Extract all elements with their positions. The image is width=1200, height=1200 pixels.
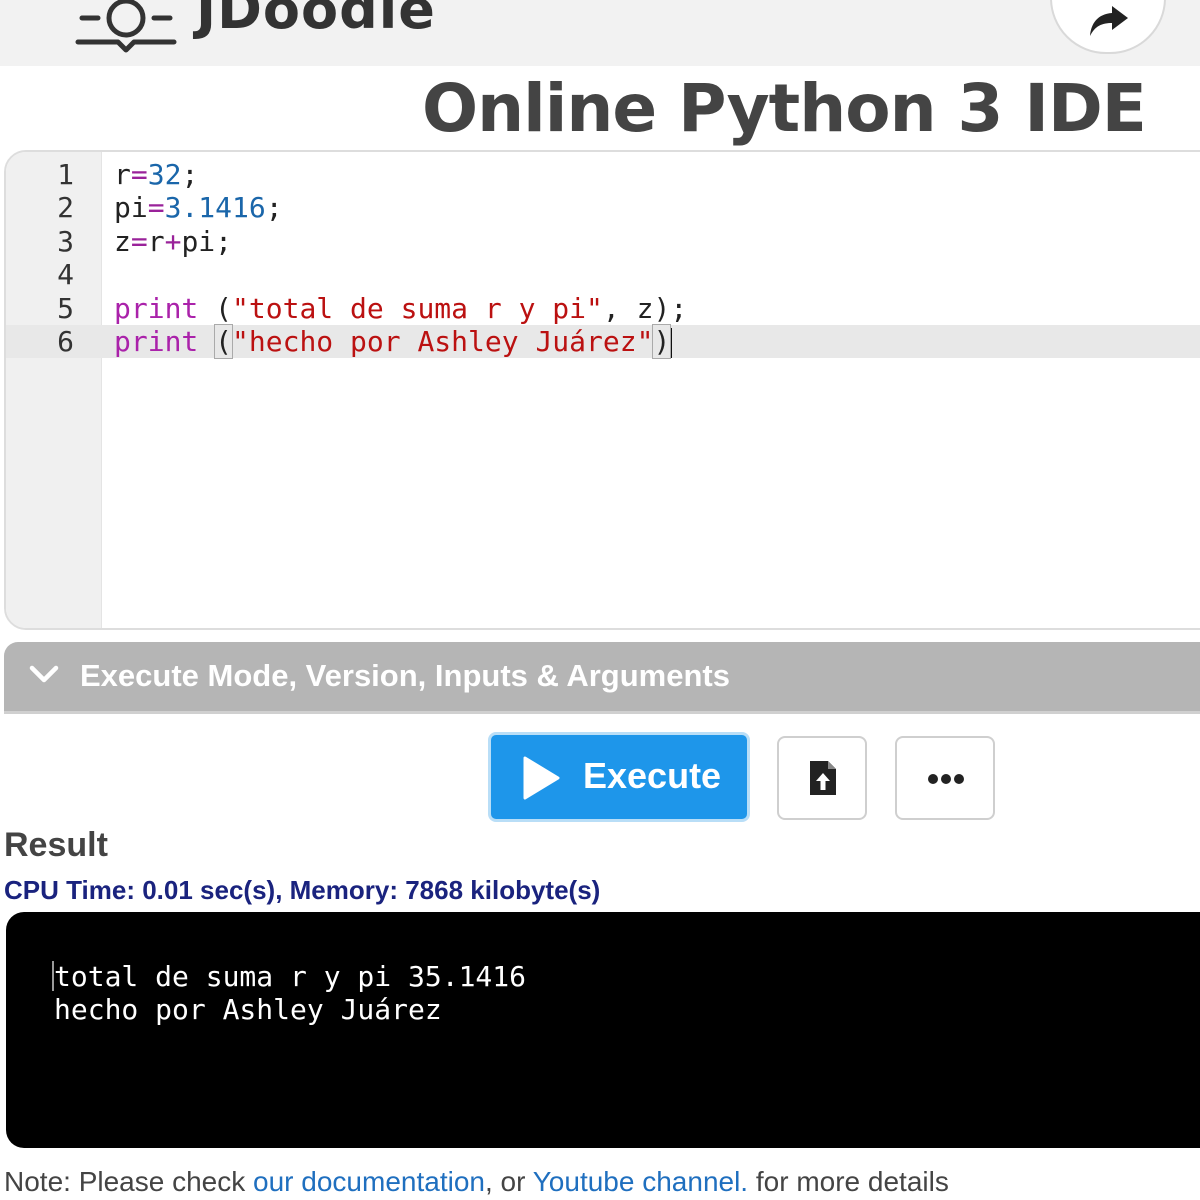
top-bar: JDoodle [0, 0, 1200, 66]
code-token: pi [114, 191, 148, 225]
code-token: "total de suma r y pi" [232, 291, 603, 325]
code-token: r [147, 224, 165, 258]
more-dots-icon [928, 774, 964, 784]
line-number: 6 [57, 324, 74, 358]
output-line: total de suma r y pi 35.1416 [54, 960, 527, 993]
code-token: = [130, 224, 148, 258]
play-icon [523, 756, 560, 800]
more-options-button[interactable] [895, 736, 995, 820]
code-token: ; [181, 158, 199, 191]
code-token: ; [215, 224, 233, 258]
documentation-link[interactable]: our documentation [253, 1166, 485, 1197]
upload-file-button[interactable] [777, 736, 867, 820]
execution-stats: CPU Time: 0.01 sec(s), Memory: 7868 kilo… [4, 875, 601, 905]
code-text[interactable]: pi=3.1416; [114, 191, 283, 224]
share-button[interactable] [1050, 0, 1166, 54]
footer-middle: , or [484, 1166, 533, 1197]
code-line[interactable]: 4 [6, 258, 1200, 291]
code-line[interactable]: 1 r=32; [6, 158, 1200, 191]
output-text: total de suma r y pi 35.1416 hecho por As… [54, 960, 526, 1026]
code-token: + [164, 224, 182, 258]
jdoodle-logo-text[interactable]: JDoodle [196, 0, 436, 41]
execute-label: Execute [583, 755, 722, 796]
line-number: 5 [57, 291, 74, 325]
code-token: = [147, 191, 165, 225]
execute-button[interactable]: Execute [488, 732, 750, 822]
code-token: = [130, 158, 148, 191]
footer-prefix: Note: Please check [4, 1166, 254, 1197]
chevron-down-icon [29, 665, 59, 683]
code-line[interactable]: 6 print ("hecho por Ashley Juárez") [6, 323, 1200, 359]
code-text[interactable]: print ("hecho por Ashley Juárez") [114, 323, 673, 359]
line-number: 3 [57, 224, 74, 258]
code-token: "hecho por Ashley Juárez" [232, 324, 654, 358]
page-title: Online Python 3 IDE [422, 70, 1147, 147]
execute-mode-toggle[interactable]: Execute Mode, Version, Inputs & Argument… [4, 642, 1200, 714]
text-cursor [670, 327, 673, 358]
code-line[interactable]: 5 print ("total de suma r y pi", z); [6, 292, 1200, 325]
line-number: 1 [57, 158, 74, 191]
code-line[interactable]: 3 z=r+pi; [6, 225, 1200, 258]
code-token: print [114, 291, 199, 325]
code-token: z [114, 224, 131, 258]
code-text[interactable]: r=32; [114, 158, 198, 191]
code-token: print [114, 324, 199, 358]
code-text[interactable]: z=r+pi; [114, 225, 232, 258]
code-token: r [114, 158, 131, 191]
matched-bracket: ) [652, 323, 672, 359]
matched-bracket: ( [214, 323, 234, 359]
footer-suffix: for more details [748, 1166, 949, 1197]
result-heading: Result [4, 826, 108, 864]
code-lines[interactable]: 1 r=32; 2 pi=3.1416; 3 z=r+pi; 4 5 print ("total… [6, 158, 1200, 359]
code-token: ( [198, 291, 233, 325]
file-upload-icon [810, 761, 836, 795]
jdoodle-logo-icon[interactable] [74, 0, 178, 56]
footer-note: Note: Please check our documentation, or… [4, 1166, 949, 1198]
youtube-channel-link[interactable]: Youtube channel. [533, 1166, 748, 1197]
code-token: 3.1416 [164, 191, 266, 225]
code-line[interactable]: 2 pi=3.1416; [6, 191, 1200, 224]
code-token: ; [265, 191, 283, 225]
execute-mode-label: Execute Mode, Version, Inputs & Argument… [80, 658, 730, 693]
share-arrow-icon [1090, 6, 1128, 36]
code-editor[interactable]: 1 r=32; 2 pi=3.1416; 3 z=r+pi; 4 5 print ("total… [4, 150, 1200, 630]
code-token: pi [181, 224, 216, 258]
line-number: 4 [57, 258, 74, 292]
line-number: 2 [57, 191, 74, 225]
code-token: 32 [147, 158, 182, 191]
code-text[interactable]: print ("total de suma r y pi", z); [114, 292, 687, 325]
output-line: hecho por Ashley Juárez [54, 993, 442, 1026]
code-token: , z); [602, 291, 688, 325]
output-panel[interactable]: total de suma r y pi 35.1416 hecho por As… [6, 912, 1200, 1148]
